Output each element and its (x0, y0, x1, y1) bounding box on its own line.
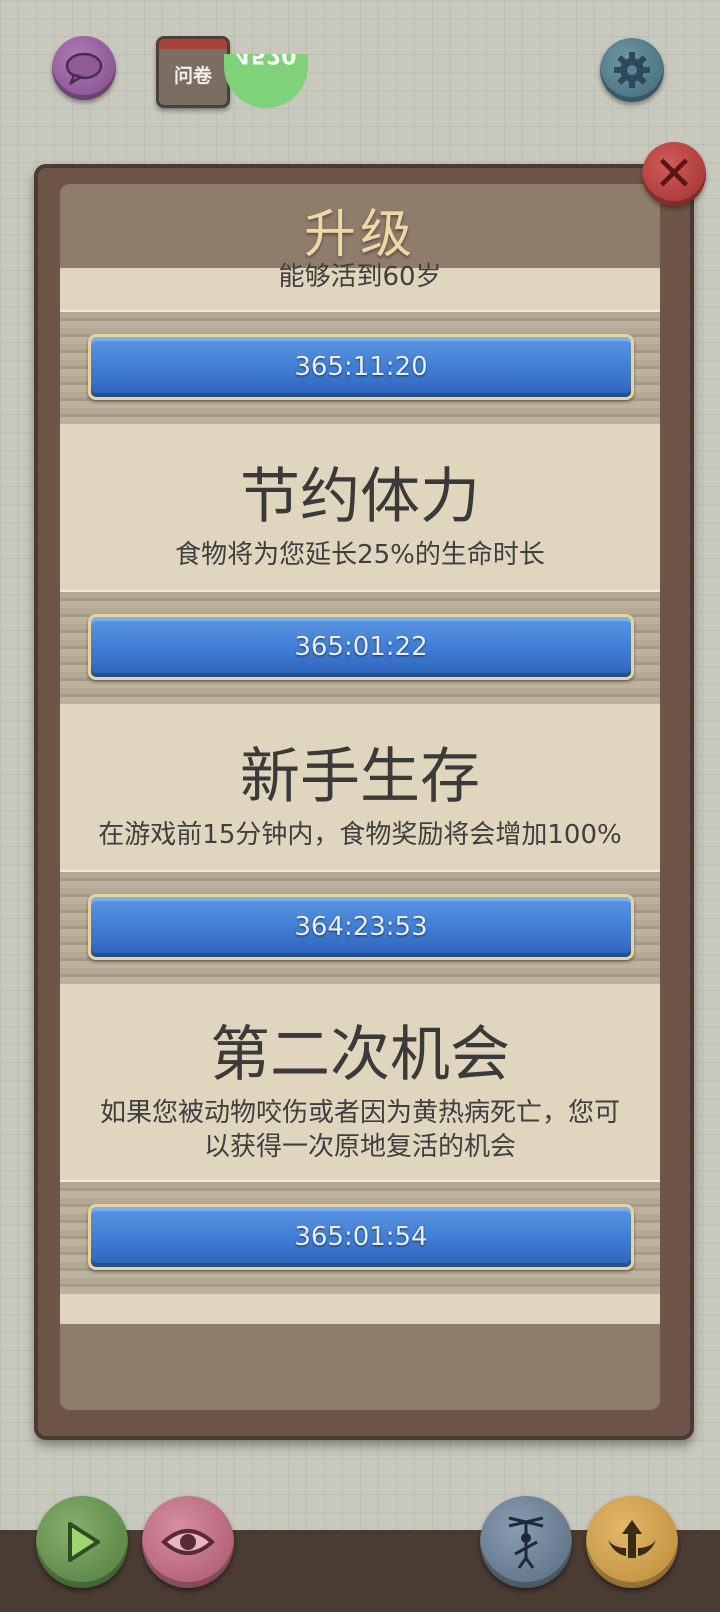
upgrade-action-row: 364:23:53 (60, 870, 660, 984)
chat-button[interactable] (52, 36, 116, 100)
upgrade-timer-text: 365:11:20 (294, 352, 428, 382)
upgrade-timer-button[interactable]: 365:01:54 (88, 1204, 634, 1270)
upgrade-description: 能够活到60岁 (278, 262, 442, 292)
upgrade-description: 如果您被动物咬伤或者因为黄热病死亡，您可 以获得一次原地复活的机会 (72, 1096, 648, 1164)
survey-button[interactable]: 问卷 (156, 36, 230, 108)
gear-icon (614, 52, 650, 88)
upgrade-timer-text: 365:01:22 (294, 632, 428, 662)
close-button[interactable]: ✕ (642, 142, 706, 206)
modal-title: 升级 (303, 205, 416, 265)
puppet-button[interactable] (480, 1496, 572, 1588)
eye-icon (161, 1529, 215, 1555)
upgrade-card: 第二次机会 如果您被动物咬伤或者因为黄热病死亡，您可 以获得一次原地复活的机会 (60, 984, 660, 1180)
upgrade-action-row: 365:11:20 (60, 310, 660, 424)
upgrade-modal: 升级 能够活到60岁 365:11:20 节约体力 食物将为您延长25%的生命时… (34, 164, 694, 1440)
upgrade-timer-button[interactable]: 364:23:53 (88, 894, 634, 960)
upgrade-list[interactable]: 能够活到60岁 365:11:20 节约体力 食物将为您延长25%的生命时长 3… (60, 262, 660, 1328)
settings-button[interactable] (600, 38, 664, 102)
score-indicator: 4520 (224, 54, 308, 108)
upgrade-timer-text: 365:01:54 (294, 1222, 428, 1252)
upgrade-description-line: 如果您被动物咬伤或者因为黄热病死亡，您可 (99, 1098, 620, 1128)
upgrade-title: 第二次机会 (210, 1020, 510, 1090)
upgrade-timer-button[interactable]: 365:01:22 (88, 614, 634, 680)
play-button[interactable] (36, 1496, 128, 1588)
upgrade-timer-text: 364:23:53 (294, 912, 428, 942)
upgrade-card: 新手生存 在游戏前15分钟内，食物奖励将会增加100% (60, 704, 660, 870)
score-text: 4520 (235, 54, 297, 67)
upgrade-title: 节约体力 (240, 462, 480, 532)
upgrade-card: 能够活到60岁 (60, 262, 660, 310)
upgrade-title: 新手生存 (240, 742, 480, 812)
upgrade-button[interactable] (586, 1496, 678, 1588)
upgrade-action-row: 365:01:54 (60, 1180, 660, 1294)
upgrade-timer-button[interactable]: 365:11:20 (88, 334, 634, 400)
upgrade-action-row: 365:01:22 (60, 590, 660, 704)
upgrade-card (60, 1294, 660, 1324)
chat-bubble-icon (65, 52, 103, 85)
upgrade-description-line: 以获得一次原地复活的机会 (203, 1132, 516, 1162)
play-icon (68, 1522, 100, 1562)
survey-label: 问卷 (173, 65, 212, 87)
upgrade-description: 食物将为您延长25%的生命时长 (175, 540, 545, 570)
upgrade-modal-panel: 升级 能够活到60岁 365:11:20 节约体力 食物将为您延长25%的生命时… (60, 184, 660, 1410)
winged-arrow-icon (608, 1520, 656, 1558)
upgrade-card: 节约体力 食物将为您延长25%的生命时长 (60, 424, 660, 590)
upgrade-description: 在游戏前15分钟内，食物奖励将会增加100% (98, 820, 622, 850)
puppet-icon (508, 1516, 544, 1569)
eye-button[interactable] (142, 1496, 234, 1588)
modal-header: 升级 (60, 184, 660, 268)
close-icon: ✕ (653, 146, 695, 202)
